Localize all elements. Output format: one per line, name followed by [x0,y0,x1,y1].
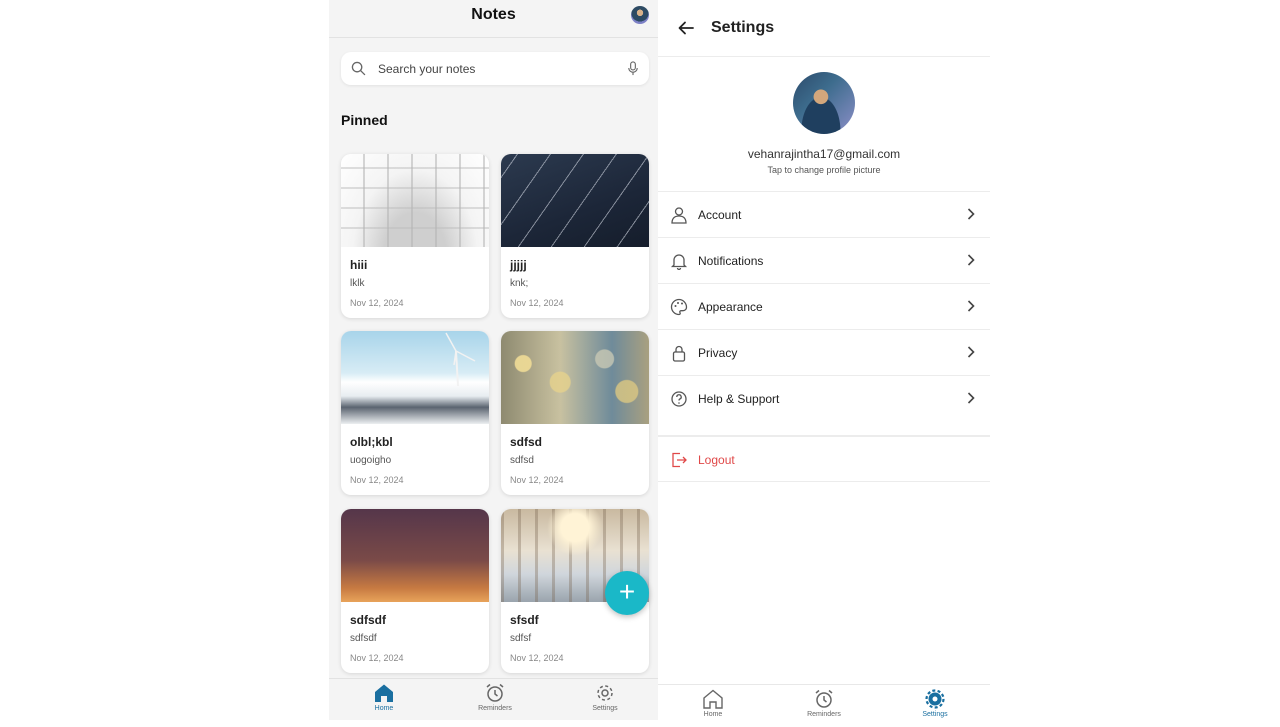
notes-screen: Notes Search your notes Pinned hiii lklk… [329,0,658,720]
home-icon [375,684,393,702]
bottom-nav: Home Reminders Settings [658,684,990,720]
menu-label: Privacy [698,346,738,360]
menu-item-help-support[interactable]: Help & Support [658,375,990,436]
note-date: Nov 12, 2024 [510,653,564,663]
nav-label: Home [703,711,723,718]
menu-label: Logout [698,453,735,467]
note-card[interactable]: sdfsdf sdfsdf Nov 12, 2024 [341,509,489,673]
palette-icon [670,298,688,316]
menu-label: Notifications [698,254,764,268]
menu-item-privacy[interactable]: Privacy [658,329,990,375]
note-image [501,154,649,247]
note-body: sdfsd [510,455,534,466]
profile-email: vehanrajintha17@gmail.com [747,147,901,161]
settings-screen: Settings vehanrajintha17@gmail.com Tap t… [658,0,990,720]
note-image [341,509,489,602]
note-card[interactable]: hiii lklk Nov 12, 2024 [341,154,489,318]
chevron-right-icon [967,254,975,266]
note-body: uogoigho [350,455,392,466]
nav-item-settings[interactable]: Settings [565,683,645,720]
note-body: lklk [350,278,365,289]
note-body: sdfsdf [350,633,377,644]
note-card[interactable]: sdfsd sdfsd Nov 12, 2024 [501,331,649,495]
avatar[interactable] [631,6,649,24]
add-note-button[interactable]: + [605,571,649,615]
nav-item-home[interactable]: Home [673,689,753,727]
note-image [341,331,489,424]
nav-label: Reminders [478,705,512,712]
alarm-clock-icon [486,683,504,702]
note-card[interactable]: olbl;kbl uogoigho Nov 12, 2024 [341,331,489,495]
search-input[interactable]: Search your notes [378,62,475,76]
note-image [341,154,489,247]
note-image [501,331,649,424]
user-icon [671,207,687,224]
notes-header: Notes [329,0,658,38]
microphone-icon[interactable] [627,61,639,76]
plus-icon: + [618,576,636,607]
note-date: Nov 12, 2024 [510,475,564,485]
note-title: sfsdf [510,613,539,627]
nav-label: Home [374,705,394,712]
note-date: Nov 12, 2024 [350,298,404,308]
menu-item-account[interactable]: Account [658,191,990,237]
home-icon [703,689,723,709]
search-icon [351,61,366,76]
nav-item-reminders[interactable]: Reminders [784,689,864,727]
note-body: knk; [510,278,529,289]
menu-item-appearance[interactable]: Appearance [658,283,990,329]
note-card[interactable]: jjjjj knk; Nov 12, 2024 [501,154,649,318]
help-circle-icon [671,391,687,407]
logout-icon [672,452,687,468]
page-title: Settings [711,19,775,36]
logout-button[interactable]: Logout [658,436,990,482]
settings-header: Settings [658,0,990,57]
wind-turbine-graphic [445,332,476,387]
note-date: Nov 12, 2024 [350,475,404,485]
section-title-pinned: Pinned [341,112,388,128]
menu-label: Appearance [698,300,763,314]
gear-icon [597,685,613,701]
back-arrow-icon[interactable] [677,19,695,37]
note-title: sdfsdf [350,613,386,627]
profile-picture[interactable] [793,72,855,134]
page-title: Notes [471,6,516,23]
note-title: sdfsd [510,435,543,449]
bottom-nav: Home Reminders Settings [329,678,658,720]
nav-label: Reminders [807,711,841,718]
note-date: Nov 12, 2024 [350,653,404,663]
menu-label: Help & Support [698,392,780,406]
note-date: Nov 12, 2024 [510,298,564,308]
note-title: jjjjj [510,258,527,272]
chevron-right-icon [967,300,975,312]
note-title: olbl;kbl [350,435,393,449]
nav-item-settings[interactable]: Settings [895,689,975,727]
nav-item-home[interactable]: Home [344,683,424,720]
chevron-right-icon [967,346,975,358]
note-body: sdfsf [510,633,532,644]
chevron-right-icon [967,392,975,404]
search-bar[interactable]: Search your notes [341,52,649,85]
nav-label: Settings [592,705,618,712]
alarm-clock-icon [815,689,833,708]
note-title: hiii [350,258,368,272]
lock-icon [672,345,686,362]
nav-item-reminders[interactable]: Reminders [455,683,535,720]
menu-item-notifications[interactable]: Notifications [658,237,990,283]
chevron-right-icon [967,208,975,220]
profile-hint: Tap to change profile picture [767,165,881,175]
nav-label: Settings [922,711,948,718]
bell-icon [670,254,688,270]
gear-icon [925,689,945,709]
menu-label: Account [698,208,742,222]
